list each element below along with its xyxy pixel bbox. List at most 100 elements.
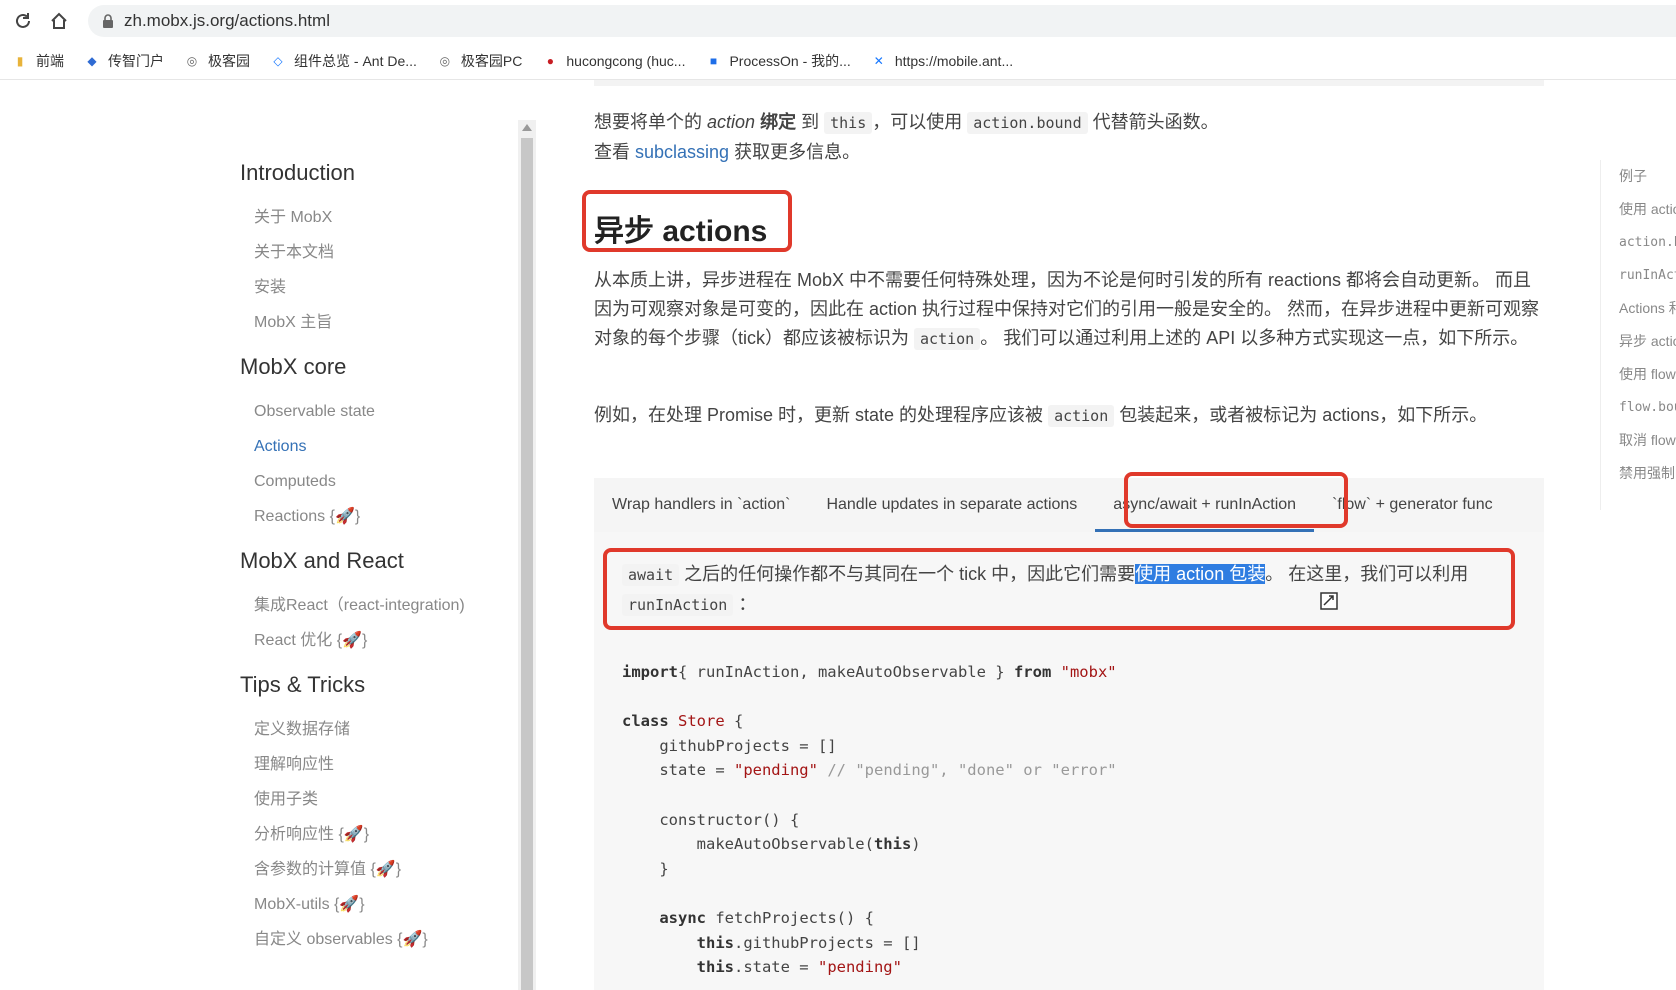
toc-item[interactable]: runInAction xyxy=(1601,259,1676,292)
sidebar-item[interactable]: 安装 xyxy=(254,270,510,305)
code-line: state = "pending" // "pending", "done" o… xyxy=(622,758,1117,783)
code-token: githubProjects = [] xyxy=(622,736,837,755)
bookmark-item[interactable]: ● hucongcong (huc... xyxy=(542,52,686,69)
home-icon[interactable] xyxy=(46,8,72,34)
sidebar-item[interactable]: Computeds xyxy=(254,464,510,499)
bookmark-label: https://mobile.ant... xyxy=(894,52,1014,69)
toc-item[interactable]: 使用 flow xyxy=(1601,358,1676,391)
example-tab[interactable]: Handle updates in separate actions xyxy=(808,478,1095,532)
sidebar-group: MobX and React 集成React（react-integration)… xyxy=(240,548,510,658)
text: 查看 xyxy=(594,142,630,162)
sidebar-scrollbar[interactable] xyxy=(518,120,536,990)
bookmarks-bar: ▮ 前端 ◆ 传智门户 ◎ 极客园 ◇ 组件总览 - Ant De... ◎ 极客园PC ● huco… xyxy=(0,42,1676,80)
toc-item[interactable]: Actions 和继承 xyxy=(1601,292,1676,325)
bookmark-label: 极客园PC xyxy=(460,52,523,69)
code-line: githubProjects = [] xyxy=(622,734,1117,759)
highlight-box xyxy=(603,548,1515,630)
reload-icon[interactable] xyxy=(10,8,36,34)
bookmark-item[interactable]: ◎ 极客园PC xyxy=(437,51,523,71)
subclassing-link[interactable]: subclassing xyxy=(635,142,729,162)
bookmark-item[interactable]: ◇ 组件总览 - Ant De... xyxy=(270,51,417,71)
text: action xyxy=(707,112,756,132)
sidebar-item[interactable]: MobX 主旨 xyxy=(254,305,510,340)
sidebar-section-title: Introduction xyxy=(240,160,355,185)
bookmark-item[interactable]: ◎ 极客园 xyxy=(184,51,250,71)
example-tab[interactable]: Wrap handlers in `action` xyxy=(594,478,808,532)
lock-icon xyxy=(103,14,113,28)
sidebar-item[interactable]: Observable state xyxy=(254,394,510,429)
bookmark-item[interactable]: ✕ https://mobile.ant... xyxy=(871,53,1013,69)
sidebar-group: Introduction 关于 MobX 关于本文档 安装 MobX 主旨 xyxy=(240,160,510,340)
scroll-up-icon[interactable] xyxy=(522,124,532,131)
code-token: constructor() { xyxy=(622,810,800,829)
inline-code: action xyxy=(914,328,981,350)
code-token: "mobx" xyxy=(1060,663,1117,681)
sidebar-item[interactable]: 关于 MobX xyxy=(254,200,510,235)
toc-item[interactable]: action.bound xyxy=(1601,226,1676,259)
bookmark-label: 组件总览 - Ant De... xyxy=(294,52,417,69)
docs-sidebar: Introduction 关于 MobX 关于本文档 安装 MobX 主旨 MobX co… xyxy=(240,160,510,971)
scrollbar-thumb[interactable] xyxy=(521,138,533,990)
toc-item[interactable]: 异步 actions xyxy=(1601,325,1676,358)
bookmark-item[interactable]: ▮ 前端 xyxy=(12,51,64,71)
code-line: import{ runInAction, makeAutoObservable … xyxy=(622,660,1117,685)
text: 。 我们可以通过利用上述的 API 以多种方式实现这一点，如下所示。 xyxy=(980,328,1529,348)
sidebar-item[interactable]: 关于本文档 xyxy=(254,235,510,270)
code-token: "pending" xyxy=(817,958,902,977)
toc-item[interactable]: 禁用强制 xyxy=(1601,457,1676,490)
globe-icon: ◎ xyxy=(186,53,198,68)
bookmark-item[interactable]: ◆ 传智门户 xyxy=(84,51,164,71)
sidebar-item[interactable]: Actions xyxy=(254,429,510,464)
toc-item[interactable]: 例子 xyxy=(1601,160,1676,193)
sidebar-item[interactable]: 使用子类 xyxy=(254,782,510,817)
copy-cursor-icon xyxy=(1318,590,1340,612)
code-line: class Store { xyxy=(622,709,1117,734)
sidebar-item[interactable]: MobX-utils {🚀} xyxy=(254,887,510,922)
example-tabs: Wrap handlers in `action` Handle updates … xyxy=(594,478,1544,532)
toc-item[interactable]: 取消 flow xyxy=(1601,424,1676,457)
sidebar-item[interactable]: 理解响应性 xyxy=(254,747,510,782)
sidebar-item[interactable]: 集成React（react-integration) xyxy=(254,588,510,623)
code-token: // "pending", "done" or "error" xyxy=(827,761,1117,780)
processon-icon: ■ xyxy=(709,53,718,68)
sidebar-item[interactable]: Reactions {🚀} xyxy=(254,499,510,534)
code-token: { runInAction, makeAutoObservable } xyxy=(678,663,1014,681)
code-token: makeAutoObservable( xyxy=(622,835,874,854)
text: ，可以使用 xyxy=(872,112,963,132)
paragraph-promise: 例如，在处理 Promise 时，更新 state 的处理程序应该被 actio… xyxy=(594,401,1544,431)
code-token: this xyxy=(696,933,734,952)
code-token: .githubProjects = [] xyxy=(733,933,921,952)
text: 想要将单个的 xyxy=(594,112,702,132)
code-token: from xyxy=(1013,663,1052,681)
toc-item[interactable]: flow.bound xyxy=(1601,391,1676,424)
address-bar[interactable]: zh.mobx.js.org/actions.html xyxy=(88,5,1676,37)
sidebar-item[interactable]: 含参数的计算值 {🚀} xyxy=(254,852,510,887)
bookmark-label: hucongcong (huc... xyxy=(566,52,686,69)
text: 获取更多信息。 xyxy=(734,142,861,162)
text: 例如，在处理 Promise 时，更新 state 的处理程序应该被 xyxy=(594,405,1044,425)
code-token: fetchProjects() { xyxy=(706,908,874,927)
code-token: class xyxy=(622,712,669,731)
sidebar-item[interactable]: 自定义 observables {🚀} xyxy=(254,922,510,957)
code-token: state = xyxy=(622,761,734,780)
toc-item[interactable]: 使用 action xyxy=(1601,193,1676,226)
code-token: { xyxy=(724,712,744,731)
sidebar-item[interactable]: 定义数据存储 xyxy=(254,712,510,747)
inline-code: this xyxy=(824,112,873,134)
bookmark-label: 前端 xyxy=(36,52,64,69)
sidebar-section-title: Tips & Tricks xyxy=(240,672,366,697)
paragraph-async-intro: 从本质上讲，异步进程在 MobX 中不需要任何特殊处理，因为不论是何时引发的所有… xyxy=(594,266,1544,354)
code-token: this xyxy=(873,835,912,854)
bookmark-item[interactable]: ■ ProcessOn - 我的... xyxy=(705,51,851,71)
divider xyxy=(594,80,1544,86)
sidebar-item[interactable]: React 优化 {🚀} xyxy=(254,623,510,658)
sidebar-item[interactable]: 分析响应性 {🚀} xyxy=(254,817,510,852)
